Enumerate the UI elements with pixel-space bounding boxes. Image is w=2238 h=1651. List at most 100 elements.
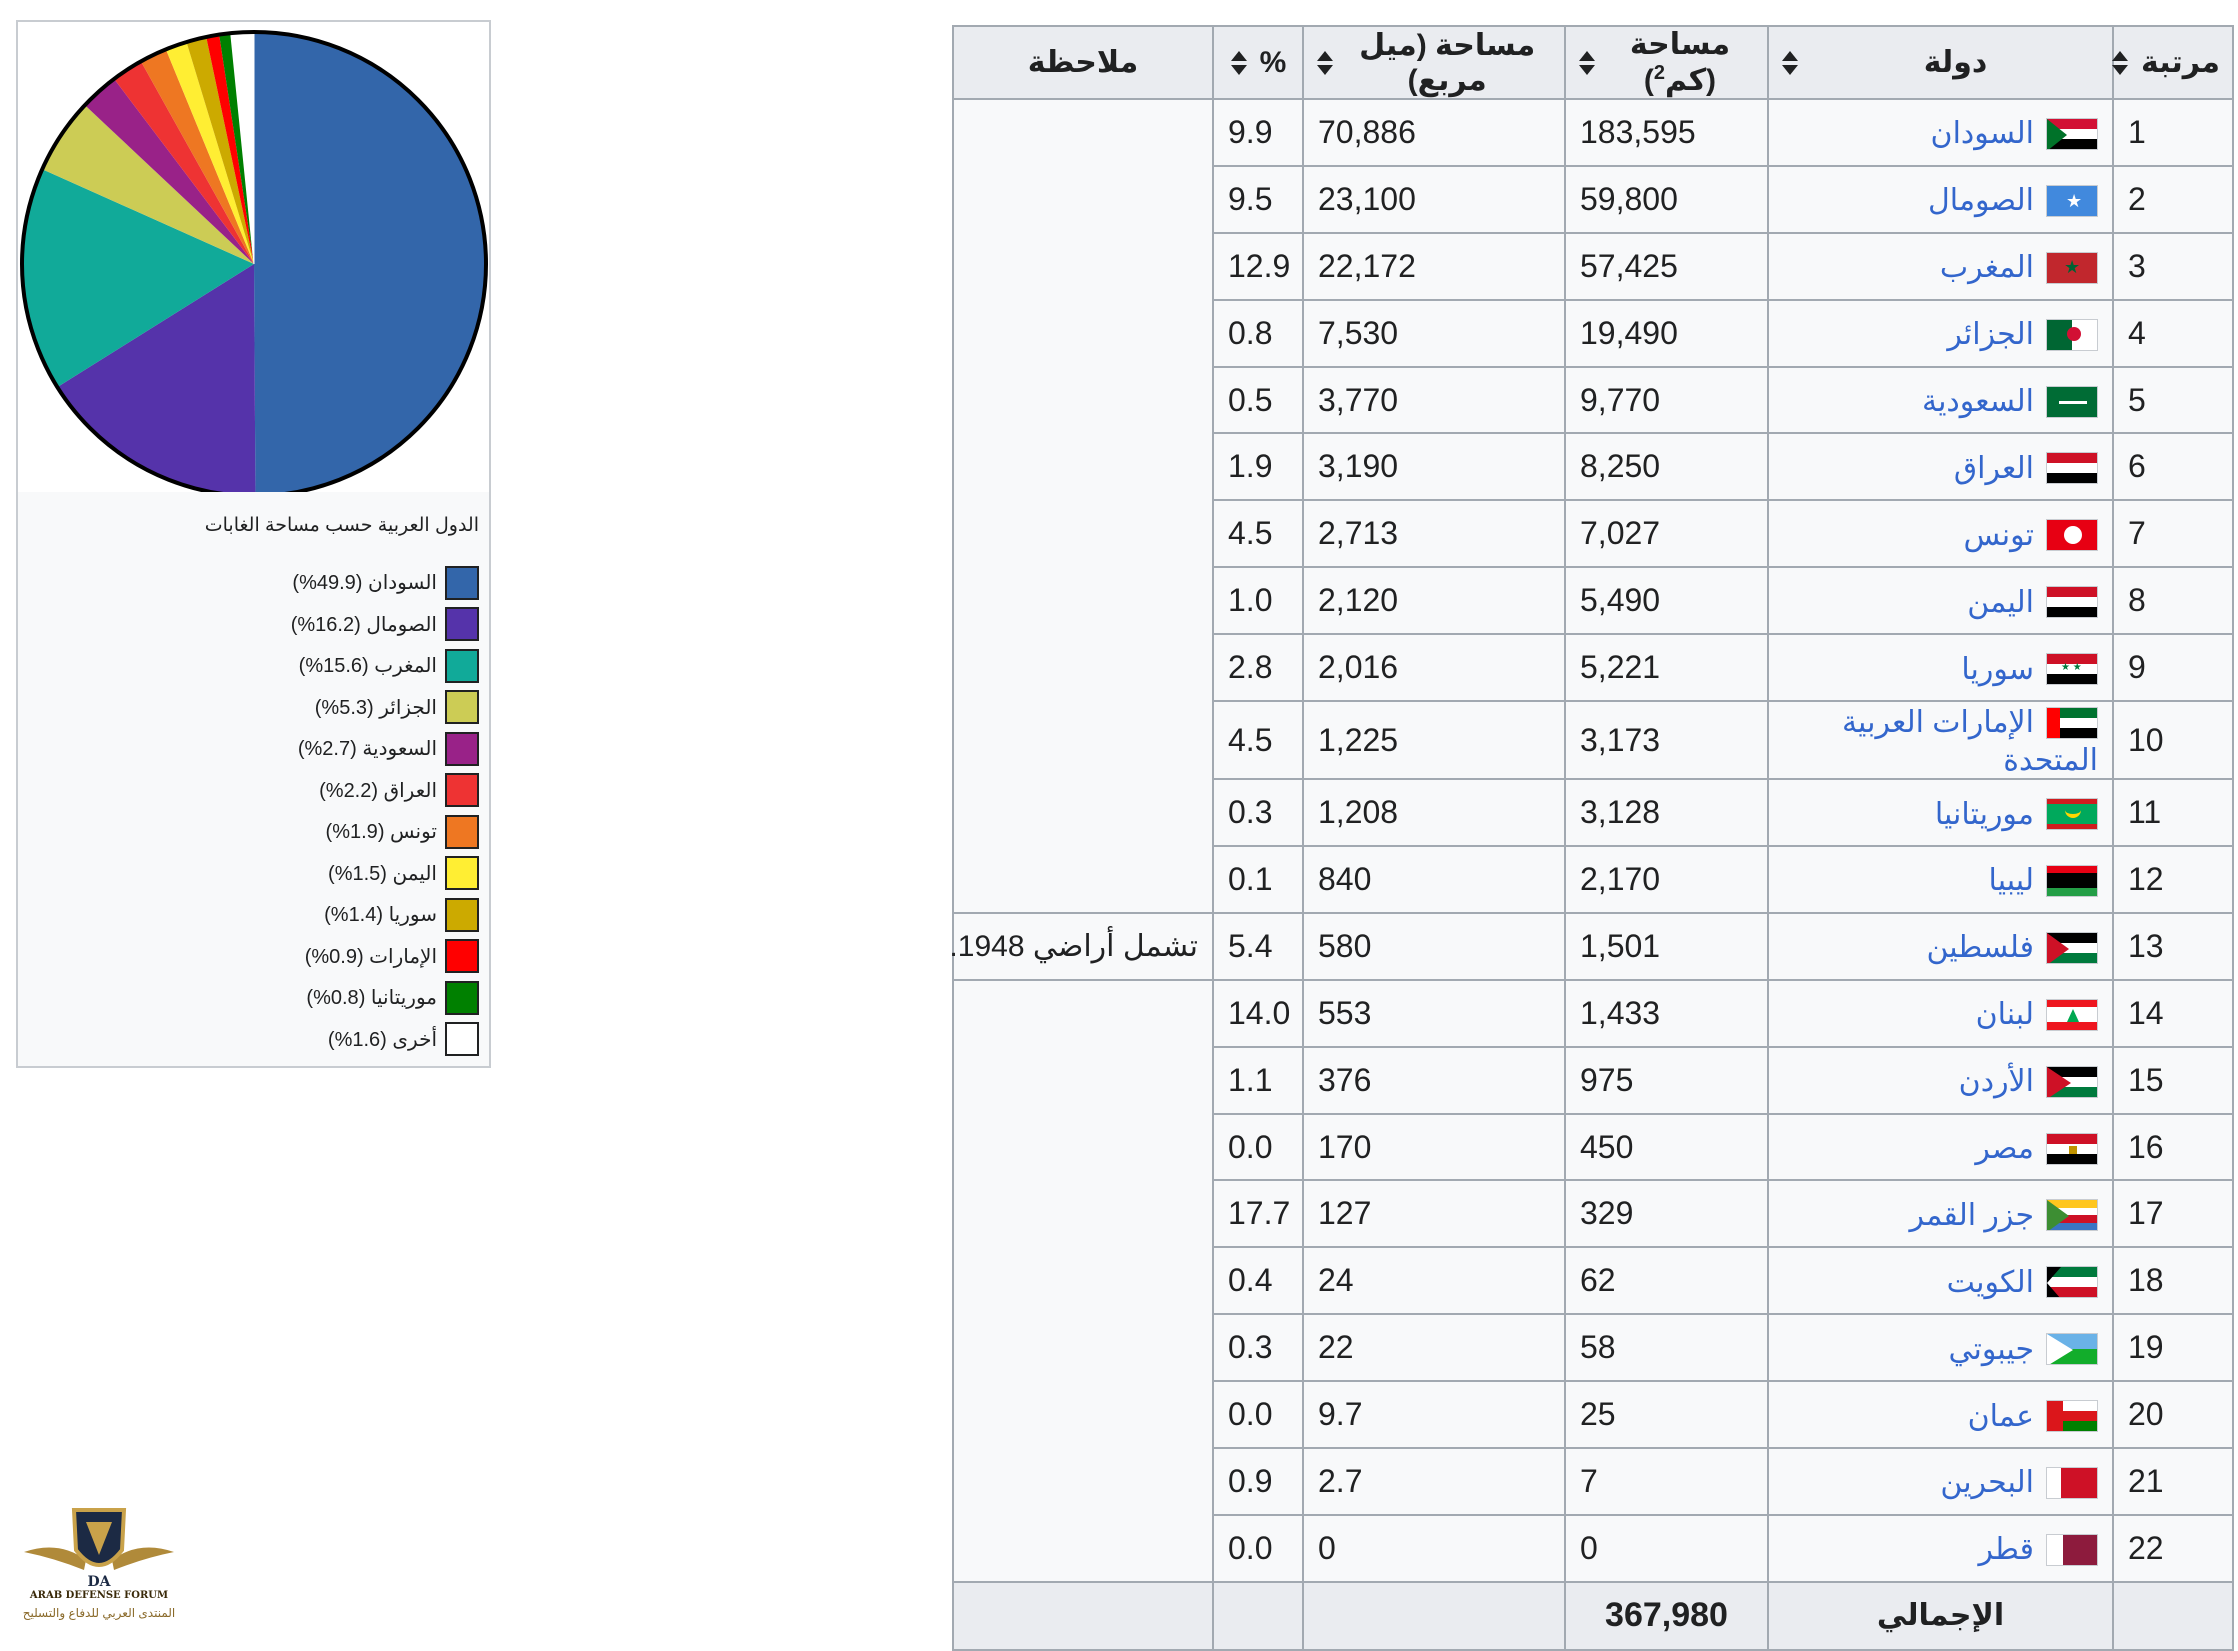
kuwait-flag-icon: [2046, 1266, 2098, 1299]
bahrain-flag-icon: [2046, 1466, 2098, 1499]
country-link[interactable]: جيبوتي: [1948, 1333, 2034, 1366]
total-blank-cell: [952, 1580, 1214, 1651]
legend-label: تونس (1.9%): [325, 821, 437, 844]
total-blank-cell: [1212, 1580, 1304, 1651]
rank-cell: 1: [2112, 98, 2234, 167]
legend-label: موريتانيا (0.8%): [306, 987, 437, 1010]
country-link[interactable]: موريتانيا: [1935, 798, 2034, 831]
country-cell: مصر: [1767, 1112, 2114, 1182]
forest-area-table: مرتبة دولة مساحة (كم2) مساحة (ميل مربع) …: [949, 25, 2234, 1651]
legend-item: سوريا (1.4%): [291, 894, 479, 936]
percent-cell: 0.0: [1212, 1112, 1304, 1182]
area-mi2-cell: 3,770: [1302, 365, 1566, 435]
country-cell: عمان: [1767, 1380, 2114, 1450]
percent-cell: 12.9: [1212, 231, 1304, 301]
sort-icon[interactable]: [1230, 50, 1248, 76]
country-link[interactable]: قطر: [1978, 1533, 2034, 1566]
country-cell: موريتانيا: [1767, 778, 2114, 847]
country-link[interactable]: فلسطين: [1926, 931, 2034, 964]
country-link[interactable]: السودان: [1931, 117, 2034, 150]
country-cell: جزر القمر: [1767, 1179, 2114, 1249]
country-link[interactable]: الكويت: [1947, 1266, 2034, 1299]
tunisia-flag-icon: [2046, 519, 2098, 552]
percent-cell: 1.9: [1212, 432, 1304, 502]
country-link[interactable]: مصر: [1975, 1132, 2034, 1165]
header-country[interactable]: دولة: [1767, 25, 2114, 100]
chart-legend: السودان (49.9%) الصومال (16.2%) المغرب (15…: [291, 562, 479, 1060]
legend-label: العراق (2.2%): [319, 779, 437, 802]
header-rank[interactable]: مرتبة: [2111, 25, 2234, 100]
percent-cell: 0.4: [1212, 1246, 1304, 1316]
country-link[interactable]: جزر القمر: [1910, 1199, 2034, 1232]
area-mi2-cell: 22: [1302, 1313, 1566, 1383]
rank-cell: 14: [2112, 978, 2234, 1048]
country-link[interactable]: الجزائر: [1947, 318, 2034, 351]
header-percent[interactable]: %: [1212, 25, 1304, 100]
country-cell: السعودية: [1767, 365, 2114, 435]
country-cell: قطر: [1767, 1513, 2114, 1583]
arab-defense-forum-logo: DA ARAB DEFENSE FORUM المنتدى العربي للد…: [14, 1500, 184, 1625]
legend-swatch: [445, 980, 479, 1015]
legend-item: السودان (49.9%): [291, 562, 479, 604]
table-row: 1 السودان 183,595 70,886 9.9: [952, 98, 2234, 914]
legend-swatch: [445, 897, 479, 932]
country-link[interactable]: سوريا: [1961, 653, 2034, 686]
note-cell: تشمل أراضي 1948.: [949, 911, 1214, 981]
area-km2-cell: 7: [1564, 1447, 1769, 1516]
rank-cell: 17: [2112, 1179, 2234, 1249]
area-km2-cell: 1,501: [1564, 911, 1769, 981]
area-mi2-cell: 2.7: [1302, 1447, 1566, 1516]
percent-cell: 0.8: [1212, 298, 1304, 368]
area-km2-cell: 3,128: [1564, 778, 1769, 847]
percent-cell: 0.3: [1212, 778, 1304, 847]
sort-icon[interactable]: [1781, 50, 1799, 76]
legend-item: الجزائر (5.3%): [291, 687, 479, 729]
jordan-flag-icon: [2046, 1065, 2098, 1098]
area-km2-cell: 3,173: [1564, 700, 1769, 781]
percent-cell: 1.0: [1212, 566, 1304, 636]
percent-cell: 2.8: [1212, 633, 1304, 703]
country-link[interactable]: الأردن: [1959, 1065, 2034, 1098]
legend-label: السعودية (2.7%): [297, 738, 437, 761]
header-note: ملاحظة: [952, 25, 1214, 100]
country-link[interactable]: اليمن: [1967, 586, 2034, 619]
header-area-km2-sup: 2: [1653, 62, 1666, 84]
country-link[interactable]: لبنان: [1976, 998, 2034, 1031]
somalia-flag-icon: ★: [2046, 184, 2098, 217]
area-km2-cell: 19,490: [1564, 298, 1769, 368]
area-mi2-cell: 9.7: [1302, 1380, 1566, 1450]
percent-cell: 9.9: [1212, 98, 1304, 167]
legend-label: السودان (49.9%): [292, 572, 437, 595]
rank-cell: 7: [2112, 499, 2234, 569]
area-km2-cell: 7,027: [1564, 499, 1769, 569]
area-mi2-cell: 2,713: [1302, 499, 1566, 569]
percent-cell: 1.1: [1212, 1045, 1304, 1115]
rank-cell: 21: [2112, 1447, 2234, 1516]
legend-item: الإمارات (0.9%): [291, 936, 479, 978]
country-link[interactable]: البحرين: [1940, 1466, 2034, 1499]
country-cell: فلسطين: [1767, 911, 2114, 981]
legend-label: سوريا (1.4%): [324, 904, 437, 927]
country-link[interactable]: السعودية: [1922, 385, 2034, 418]
country-link[interactable]: المغرب: [1940, 251, 2034, 284]
area-mi2-cell: 2,120: [1302, 566, 1566, 636]
country-link[interactable]: عمان: [1968, 1400, 2034, 1433]
sort-icon[interactable]: [1578, 50, 1595, 76]
header-area-km2[interactable]: مساحة (كم2): [1564, 25, 1769, 100]
area-mi2-cell: 70,886: [1302, 98, 1566, 167]
area-mi2-cell: 23,100: [1302, 164, 1566, 234]
sort-icon[interactable]: [1316, 50, 1334, 76]
sort-icon[interactable]: [2111, 50, 2129, 76]
legend-swatch: [445, 731, 479, 766]
egypt-flag-icon: [2046, 1132, 2098, 1165]
area-km2-cell: 975: [1564, 1045, 1769, 1115]
header-area-mi2[interactable]: مساحة (ميل مربع): [1302, 25, 1566, 100]
country-link[interactable]: ليبيا: [1989, 864, 2034, 897]
pie-chart-area: [18, 22, 489, 492]
mauritania-flag-icon: [2046, 798, 2098, 831]
country-link[interactable]: الصومال: [1928, 184, 2034, 217]
country-cell: العراق: [1767, 432, 2114, 502]
country-link[interactable]: تونس: [1964, 519, 2034, 552]
country-link[interactable]: العراق: [1954, 452, 2034, 485]
country-cell: ★ الصومال: [1767, 164, 2114, 234]
